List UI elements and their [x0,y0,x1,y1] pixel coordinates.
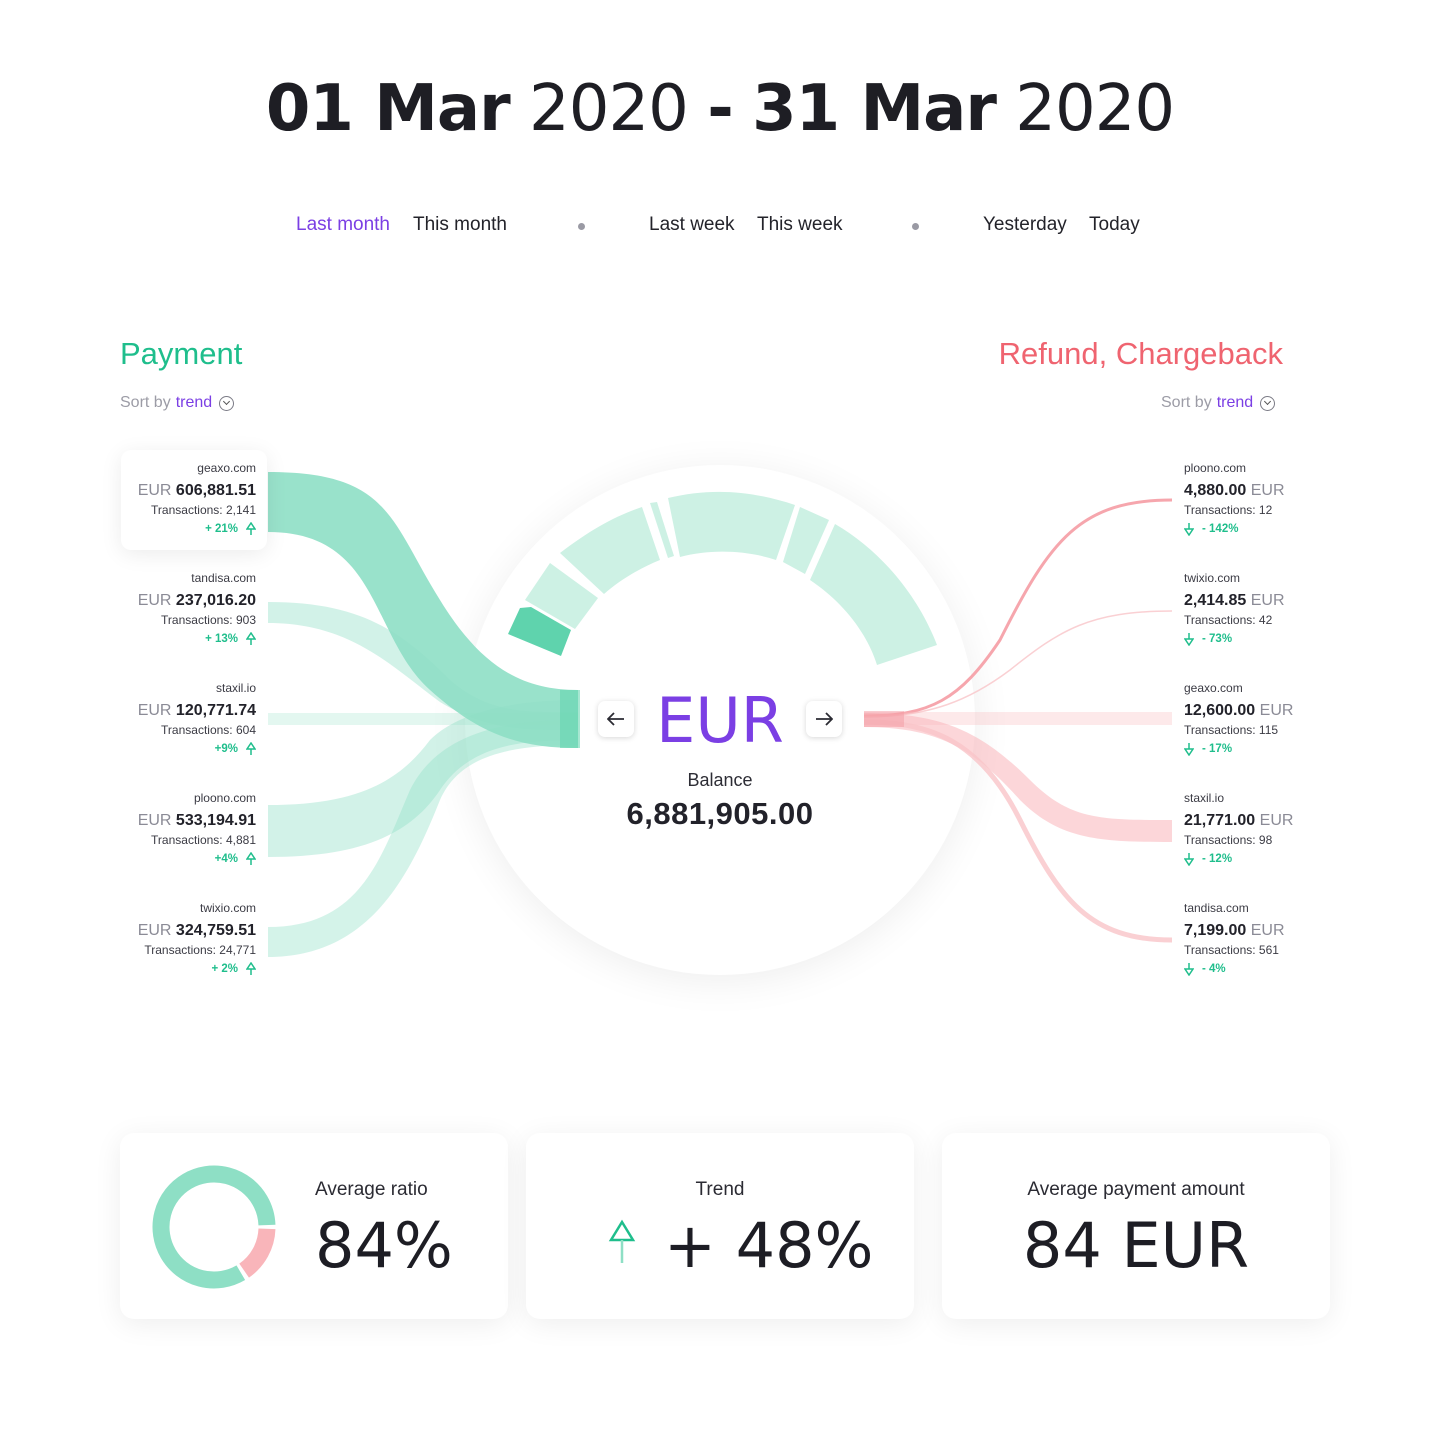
arrow-up-icon [246,632,256,645]
amount: EUR 533,194.91 [137,812,256,829]
arrow-up-icon [246,742,256,755]
currency-label: EUR [656,684,784,757]
payment-item[interactable]: tandisa.com EUR 237,016.20 Transactions:… [116,571,256,646]
average-payment-label: Average payment amount [1027,1179,1245,1200]
gauge-segment [810,524,937,665]
transactions: Transactions: 98 [1184,833,1273,847]
amount: EUR 606,881.51 [137,482,256,499]
flow-refund-entry [864,711,904,727]
domain: staxil.io [215,681,256,695]
amount: 21,771.00 EUR [1184,812,1294,829]
gauge-segment [668,491,795,560]
trend: - 12% [1184,852,1324,866]
amount: 2,414.85 EUR [1184,592,1285,609]
balance-value: 6,881,905.00 [626,796,814,831]
trend: - 142% [1184,522,1324,536]
payment-flows [268,472,580,957]
ratio-donut [152,1165,276,1289]
trend: - 73% [1184,632,1324,646]
transactions: Transactions: 24,771 [144,943,256,957]
trend-up-icon [608,1219,636,1263]
transactions: Transactions: 604 [161,723,256,737]
transactions: Transactions: 903 [161,613,256,627]
domain: tandisa.com [1184,901,1249,915]
transactions: Transactions: 42 [1184,613,1273,627]
refund-item[interactable]: staxil.io 21,771.00 EUR Transactions: 98… [1184,791,1324,866]
arrow-down-icon [1184,743,1194,756]
amount: EUR 120,771.74 [137,702,256,719]
stat-trend: Trend + 48% [526,1133,914,1319]
arrow-left-icon [607,712,624,726]
amount: EUR 237,016.20 [137,592,256,609]
domain: geaxo.com [197,461,256,475]
trend-label: Trend [695,1179,745,1200]
stat-average-payment: Average payment amount 84 EUR [942,1133,1330,1319]
trend: - 4% [1184,962,1324,976]
amount: 7,199.00 EUR [1184,922,1285,939]
refund-flows [863,498,1173,943]
domain: twixio.com [1184,571,1241,585]
payment-item[interactable]: twixio.com EUR 324,759.51 Transactions: … [116,901,256,976]
transactions: Transactions: 4,881 [151,833,256,847]
ratio-label: Average ratio [315,1179,428,1200]
trend: - 17% [1184,742,1324,756]
domain: ploono.com [193,791,256,805]
ratio-value: 84% [315,1209,453,1282]
refund-item[interactable]: tandisa.com 7,199.00 EUR Transactions: 5… [1184,901,1324,976]
transactions: Transactions: 115 [1184,723,1279,737]
arrow-down-icon [1184,523,1194,536]
balance-label: Balance [687,770,753,790]
arrow-down-icon [1184,853,1194,866]
gauge-arc [508,491,937,665]
refund-item[interactable]: twixio.com 2,414.85 EUR Transactions: 42… [1184,571,1324,646]
trend-value: + 48% [664,1209,874,1282]
arrow-right-icon [816,712,833,726]
arrow-up-icon [246,522,256,535]
trend: +9% [116,742,256,756]
trend: + 2% [116,962,256,976]
trend: + 13% [116,632,256,646]
domain: twixio.com [199,901,256,915]
amount: 4,880.00 EUR [1184,482,1285,499]
domain: ploono.com [1184,461,1247,475]
transactions: Transactions: 12 [1184,503,1273,517]
gauge-segment [560,507,660,594]
payment-item[interactable]: geaxo.com EUR 606,881.51 Transactions: 2… [116,461,256,536]
refund-item[interactable]: geaxo.com 12,600.00 EUR Transactions: 11… [1184,681,1324,756]
trend: +4% [116,852,256,866]
arrow-up-icon [246,852,256,865]
amount: EUR 324,759.51 [137,922,256,939]
next-currency-button[interactable] [806,701,842,737]
amount: 12,600.00 EUR [1184,702,1294,719]
payment-item[interactable]: ploono.com EUR 533,194.91 Transactions: … [116,791,256,866]
refund-item[interactable]: ploono.com 4,880.00 EUR Transactions: 12… [1184,461,1324,536]
arrow-up-icon [246,962,256,975]
flow-payment-entry [560,690,580,748]
stat-average-ratio: Average ratio 84% [120,1133,508,1319]
average-payment-value: 84 EUR [1022,1209,1250,1282]
domain: tandisa.com [191,571,256,585]
prev-currency-button[interactable] [598,701,634,737]
transactions: Transactions: 561 [1184,943,1279,957]
payment-item[interactable]: staxil.io EUR 120,771.74 Transactions: 6… [116,681,256,756]
flow-refund-staxil [864,713,1172,842]
arrow-down-icon [1184,963,1194,976]
trend: + 21% [116,522,256,536]
arrow-down-icon [1184,633,1194,646]
domain: staxil.io [1184,791,1225,805]
domain: geaxo.com [1184,681,1243,695]
transactions: Transactions: 2,141 [151,503,256,517]
